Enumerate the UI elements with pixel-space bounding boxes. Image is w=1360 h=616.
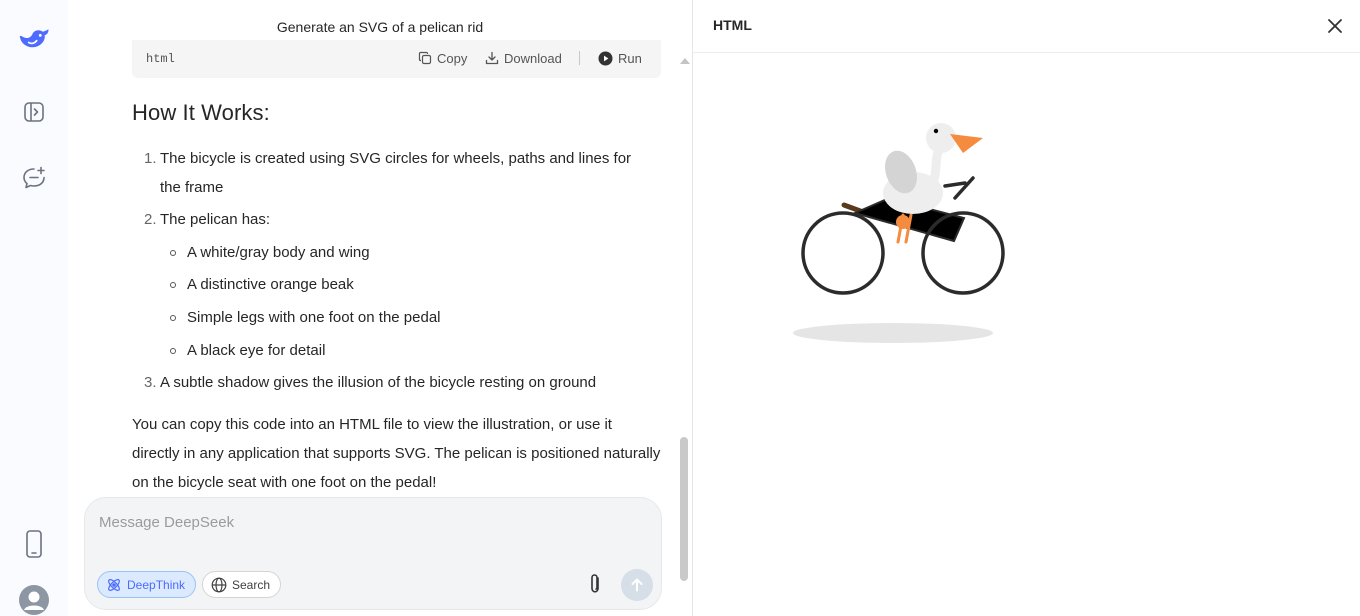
code-block-header: html Copy Download Run (132, 40, 661, 78)
list-number: 3. (144, 374, 157, 391)
list-item: A subtle shadow gives the illusion of th… (160, 374, 597, 391)
chat-panel: Generate an SVG of a pelican rid html Co… (68, 0, 692, 616)
play-icon (598, 51, 613, 65)
front-wheel-icon (801, 211, 885, 295)
download-button[interactable]: Download (485, 50, 562, 66)
rear-wheel-icon (921, 211, 1005, 295)
download-icon (485, 51, 499, 65)
closing-paragraph: You can copy this code into an HTML file… (132, 416, 661, 491)
mobile-app-icon[interactable] (18, 528, 50, 560)
atom-icon (108, 578, 120, 591)
sub-list-item: A white/gray body and wing (187, 244, 370, 261)
message-composer[interactable]: Message DeepSeek DeepThink Search (84, 497, 662, 610)
download-label: Download (504, 50, 562, 66)
arrow-up-icon (631, 578, 643, 592)
close-preview-button[interactable] (1323, 14, 1347, 38)
bullet (170, 315, 176, 321)
preview-header: HTML (693, 0, 1360, 53)
deepthink-label: DeepThink (127, 577, 186, 592)
deepseek-logo-icon[interactable] (18, 22, 50, 54)
list-item: The bicycle is created using SVG circles… (160, 150, 632, 167)
search-toggle[interactable]: Search (202, 571, 282, 598)
send-button[interactable] (621, 569, 653, 601)
section-heading: How It Works: (132, 100, 270, 125)
ground-shadow (793, 323, 993, 343)
sub-list-item: A distinctive orange beak (187, 276, 354, 293)
pelican-eye (933, 128, 939, 134)
run-label: Run (618, 50, 642, 66)
search-label: Search (232, 577, 271, 592)
copy-label: Copy (437, 50, 468, 66)
pelican-bicycle-illustration (793, 123, 1005, 343)
message-input[interactable]: Message DeepSeek (99, 514, 234, 531)
preview-title: HTML (713, 17, 752, 33)
list-number: 1. (144, 150, 157, 167)
sub-list-item: A black eye for detail (187, 342, 326, 359)
open-sidebar-icon[interactable] (18, 96, 50, 128)
list-item: The pelican has: (160, 211, 271, 228)
sidebar-rail (0, 0, 68, 616)
scrollbar-thumb[interactable] (680, 437, 688, 581)
list-item-continued: the frame (160, 179, 224, 196)
divider (579, 51, 580, 65)
globe-icon (211, 577, 227, 592)
bullet (170, 282, 176, 288)
bullet (170, 348, 176, 354)
copy-icon (418, 51, 432, 65)
html-preview-panel: HTML (693, 0, 1360, 616)
list-number: 2. (144, 211, 157, 228)
run-button[interactable]: Run (598, 50, 642, 66)
handlebar (943, 176, 975, 200)
bullet (170, 250, 176, 256)
close-icon (1328, 19, 1342, 33)
paperclip-icon (591, 574, 599, 593)
pelican-head (926, 123, 956, 153)
pelican-foot (896, 215, 910, 229)
code-language-label: html (146, 52, 175, 66)
copy-button[interactable]: Copy (418, 50, 467, 66)
attach-file-button[interactable] (581, 570, 609, 598)
new-chat-icon[interactable] (18, 162, 50, 194)
deepthink-toggle[interactable]: DeepThink (97, 571, 197, 598)
scroll-up-arrow-icon[interactable] (680, 58, 690, 64)
sub-list-item: Simple legs with one foot on the pedal (187, 309, 441, 326)
avatar[interactable] (18, 584, 50, 616)
